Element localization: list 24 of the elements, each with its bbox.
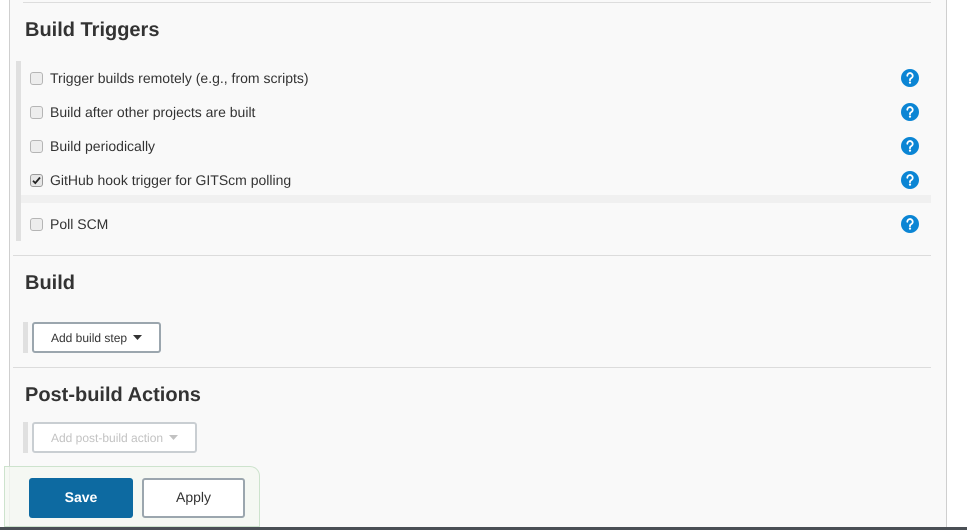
section-title: Build — [25, 271, 76, 296]
checkbox[interactable] — [30, 218, 43, 230]
option-label: GitHub hook trigger for GITScm polling — [50, 170, 292, 190]
help-icon[interactable] — [901, 171, 919, 189]
check-icon — [32, 176, 41, 184]
help-icon[interactable] — [901, 137, 919, 155]
checkbox[interactable] — [30, 72, 43, 84]
save-button[interactable]: Save — [29, 478, 133, 518]
checkbox[interactable] — [30, 106, 43, 118]
checkbox[interactable] — [30, 174, 43, 186]
caret-icon — [133, 335, 142, 340]
section-title: Build Triggers — [25, 18, 160, 43]
caret-icon — [169, 435, 178, 440]
apply-button[interactable]: Apply — [142, 478, 245, 518]
option-label: Build periodically — [50, 136, 156, 156]
option-label: Build after other projects are built — [50, 102, 256, 122]
dropdown-button[interactable]: Add build step — [32, 322, 162, 353]
checkbox[interactable] — [30, 140, 43, 152]
option-label: Poll SCM — [50, 214, 108, 234]
option-label: Trigger builds remotely (e.g., from scripts) — [50, 68, 309, 88]
help-icon[interactable] — [901, 215, 919, 233]
section-title: Post-build Actions — [25, 383, 202, 408]
help-icon[interactable] — [901, 103, 919, 121]
help-icon[interactable] — [901, 69, 919, 87]
